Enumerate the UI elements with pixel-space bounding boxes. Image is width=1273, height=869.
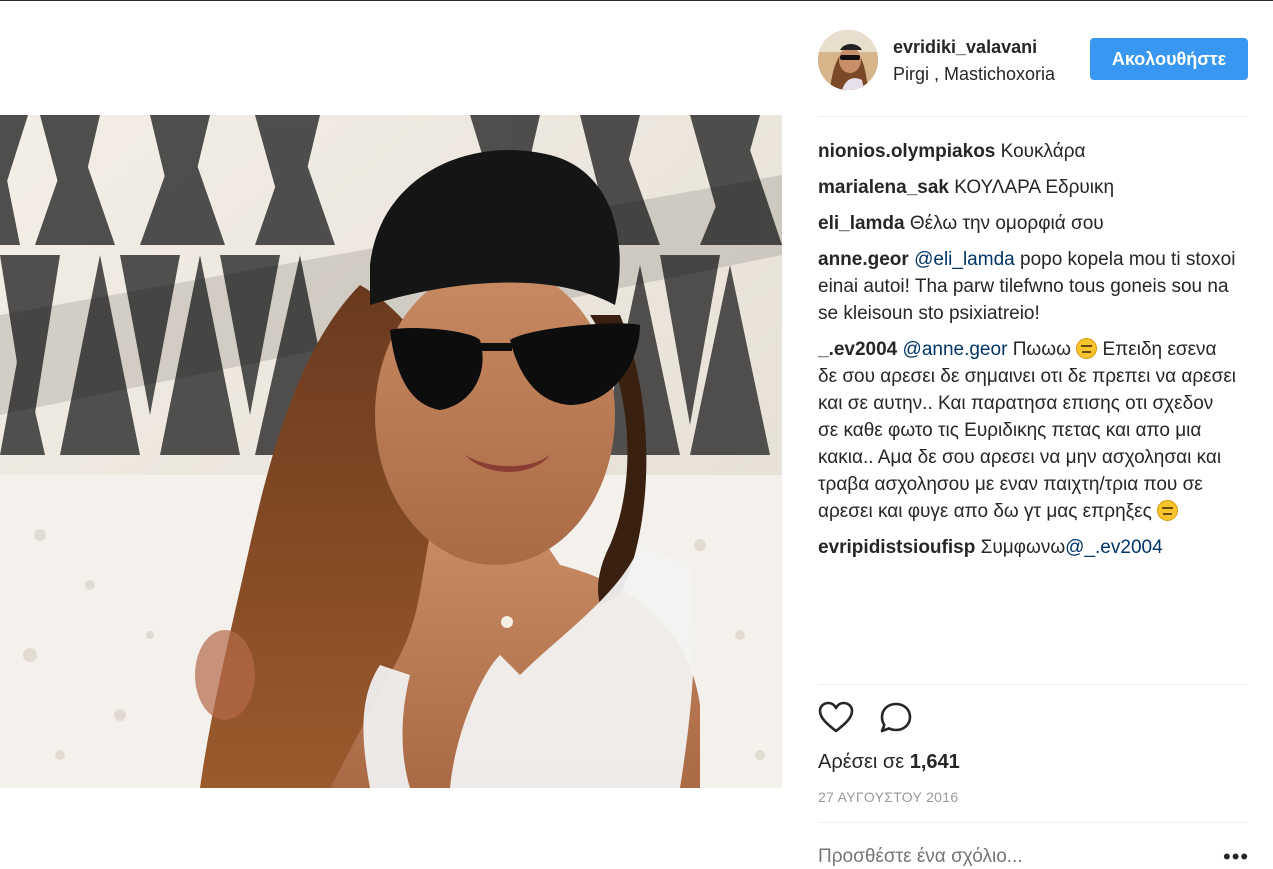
- more-options-icon[interactable]: •••: [1223, 846, 1249, 868]
- expressionless-face-icon: [1157, 500, 1179, 521]
- comment-bubble-icon[interactable]: [878, 700, 914, 736]
- comment-text: Επειδη εσενα δε σου αρεσει δε σημαινει ο…: [818, 339, 1237, 522]
- comment-username[interactable]: evripidistsioufisp: [818, 537, 975, 558]
- post-date: 27 ΑΥΓΟΥΣΤΟΥ 2016: [818, 789, 959, 805]
- comment: nionios.olympiakos Κουκλάρα: [818, 138, 1238, 165]
- comment: evripidistsioufisp Συμφωνω@_.ev2004: [818, 534, 1238, 561]
- comment-mention[interactable]: @_.ev2004: [1065, 537, 1162, 558]
- follow-button[interactable]: Ακολουθήστε: [1090, 38, 1248, 80]
- comment: eli_lamda Θέλω την ομορφιά σου: [818, 210, 1238, 237]
- avatar[interactable]: [818, 30, 878, 90]
- comment-text: Συμφωνω: [980, 537, 1066, 558]
- header-divider: [818, 116, 1248, 117]
- post-username[interactable]: evridiki_valavani: [893, 37, 1037, 58]
- comment-text: Πωωω: [1012, 339, 1071, 360]
- comments-list: nionios.olympiakos Κουκλάρα marialena_sa…: [818, 138, 1238, 570]
- comment-username[interactable]: anne.geor: [818, 249, 909, 270]
- comment: _.ev2004 @anne.geor Πωωω Επειδη εσενα δε…: [818, 336, 1238, 525]
- post-photo-illustration: [0, 115, 782, 788]
- heart-icon[interactable]: [818, 700, 854, 736]
- comment-username[interactable]: marialena_sak: [818, 177, 949, 198]
- post-sidebar: evridiki_valavani Pirgi , Mastichoxoria …: [818, 0, 1249, 868]
- comment-username[interactable]: nionios.olympiakos: [818, 141, 995, 162]
- likes-summary[interactable]: Αρέσει σε 1,641: [818, 751, 960, 774]
- post-actions: [818, 700, 1248, 740]
- comment-text: Κουκλάρα: [1000, 141, 1086, 162]
- comment-mention[interactable]: @eli_lamda: [914, 249, 1015, 270]
- post-location[interactable]: Pirgi , Mastichoxoria: [893, 64, 1083, 85]
- comment: anne.geor @eli_lamda popo kopela mou ti …: [818, 246, 1238, 327]
- comment-mention[interactable]: @anne.geor: [903, 339, 1008, 360]
- likes-count: 1,641: [909, 751, 960, 773]
- expressionless-face-icon: [1076, 338, 1098, 359]
- comment-username[interactable]: eli_lamda: [818, 213, 905, 234]
- comment-username[interactable]: _.ev2004: [818, 339, 897, 360]
- comment-text: Θέλω την ομορφιά σου: [909, 213, 1104, 234]
- add-comment-input[interactable]: [818, 846, 1218, 868]
- post-header: evridiki_valavani Pirgi , Mastichoxoria …: [818, 28, 1248, 90]
- avatar-image: [818, 30, 878, 90]
- actions-divider: [818, 684, 1248, 685]
- likes-prefix: Αρέσει σε: [818, 751, 905, 773]
- comment-text: ΚΟΥΛΑΡΑ Εδρυικη: [954, 177, 1115, 198]
- comment-input-divider: [818, 822, 1248, 823]
- post-photo[interactable]: [0, 115, 782, 788]
- comment: marialena_sak ΚΟΥΛΑΡΑ Εδρυικη: [818, 174, 1238, 201]
